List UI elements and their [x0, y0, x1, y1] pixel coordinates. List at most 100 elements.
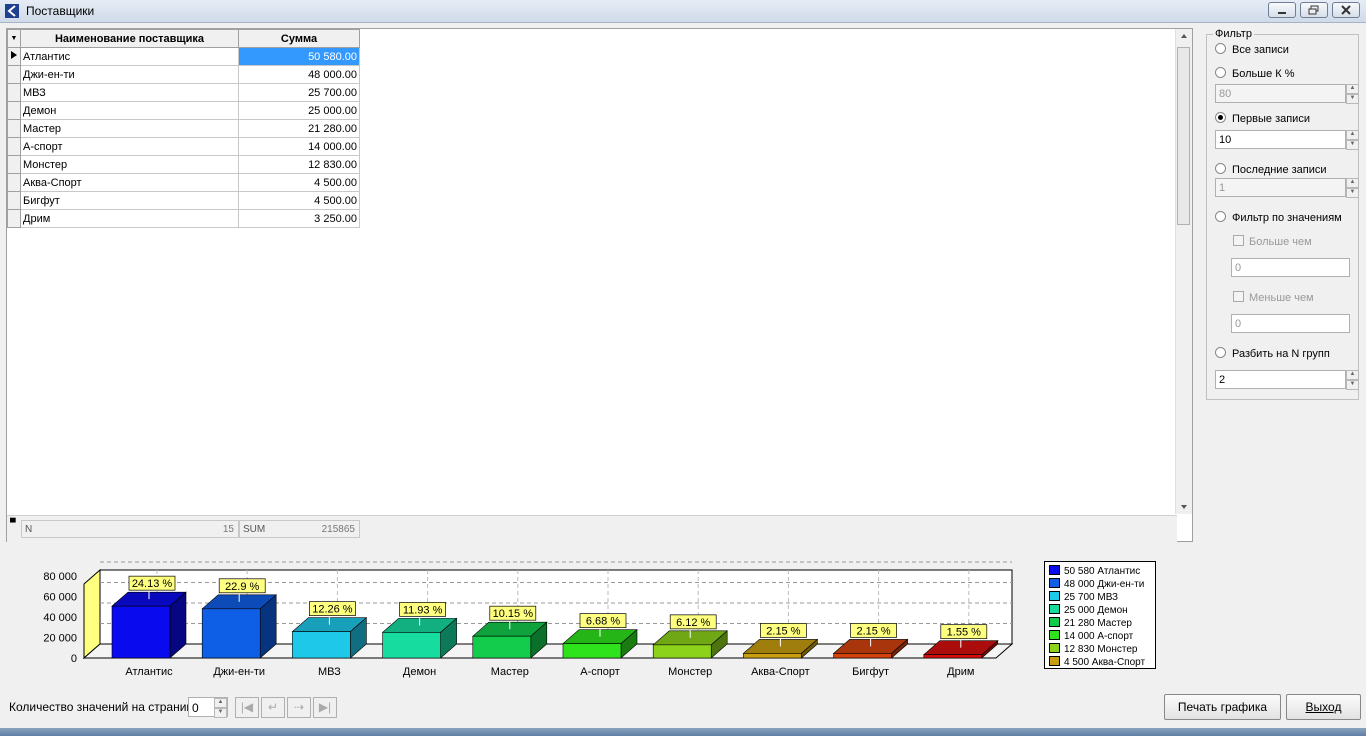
radio-last-records[interactable]: Последние записи [1215, 163, 1327, 176]
cell-sum[interactable]: 25 000.00 [238, 101, 360, 120]
table-row[interactable]: Монстер 12 830.00 [7, 155, 360, 174]
row-indicator[interactable] [7, 137, 21, 156]
table-row[interactable]: МВЗ 25 700.00 [7, 83, 360, 102]
row-indicator[interactable] [7, 65, 21, 84]
radio-last-records-dot[interactable] [1215, 163, 1226, 174]
row-indicator[interactable] [7, 47, 21, 66]
spin-up-icon[interactable]: ▲ [1346, 370, 1359, 380]
radio-first-records-dot[interactable] [1215, 112, 1226, 123]
scrollbar-thumb[interactable] [1177, 47, 1190, 225]
cell-sum[interactable]: 48 000.00 [238, 65, 360, 84]
greater-k-spin[interactable]: 80 ▲ ▼ [1215, 84, 1359, 104]
scroll-down-icon[interactable] [1176, 500, 1192, 514]
cell-supplier-name[interactable]: Дрим [20, 209, 239, 228]
column-header-sum[interactable]: Сумма [238, 29, 360, 48]
column-menu-icon[interactable]: ▼ [7, 29, 21, 48]
radio-split-groups[interactable]: Разбить на N групп [1215, 347, 1330, 360]
table-row[interactable]: Атлантис 50 580.00 [7, 47, 360, 66]
bar [382, 632, 441, 659]
row-indicator[interactable] [7, 173, 21, 192]
row-indicator[interactable] [7, 191, 21, 210]
table-row[interactable]: Демон 25 000.00 [7, 101, 360, 120]
spin-up-icon[interactable]: ▲ [214, 698, 227, 708]
table-row[interactable]: Дрим 3 250.00 [7, 209, 360, 228]
less-than-field[interactable]: 0 [1231, 314, 1350, 333]
cell-supplier-name[interactable]: А-спорт [20, 137, 239, 156]
print-chart-button[interactable]: Печать графика [1164, 694, 1281, 720]
table-row[interactable]: Мастер 21 280.00 [7, 119, 360, 138]
cell-supplier-name[interactable]: Бигфут [20, 191, 239, 210]
cell-sum[interactable]: 3 250.00 [238, 209, 360, 228]
spin-down-icon[interactable]: ▼ [1346, 188, 1359, 198]
spin-down-icon[interactable]: ▼ [214, 708, 227, 718]
restore-button[interactable] [1300, 2, 1328, 18]
cell-supplier-name[interactable]: Аква-Спорт [20, 173, 239, 192]
table-row[interactable]: Аква-Спорт 4 500.00 [7, 173, 360, 192]
radio-split-groups-dot[interactable] [1215, 347, 1226, 358]
cell-supplier-name[interactable]: Джи-ен-ти [20, 65, 239, 84]
page-size-spin[interactable]: 0 ▲ ▼ [188, 697, 228, 718]
row-indicator[interactable] [7, 155, 21, 174]
greater-than-field[interactable]: 0 [1231, 258, 1350, 277]
cell-sum[interactable]: 12 830.00 [238, 155, 360, 174]
spin-down-icon[interactable]: ▼ [1346, 94, 1359, 104]
last-records-spin[interactable]: 1 ▲ ▼ [1215, 178, 1359, 198]
split-groups-spin[interactable]: 2 ▲ ▼ [1215, 370, 1359, 390]
cell-sum[interactable]: 50 580.00 [238, 47, 360, 66]
column-header-supplier[interactable]: Наименование поставщика [20, 29, 239, 48]
cell-sum[interactable]: 14 000.00 [238, 137, 360, 156]
cell-sum[interactable]: 25 700.00 [238, 83, 360, 102]
spin-down-icon[interactable]: ▼ [1346, 140, 1359, 150]
cell-supplier-name[interactable]: МВЗ [20, 83, 239, 102]
cell-sum[interactable]: 4 500.00 [238, 173, 360, 192]
radio-all-records[interactable]: Все записи [1215, 43, 1289, 56]
cell-supplier-name[interactable]: Атлантис [20, 47, 239, 66]
cell-supplier-name[interactable]: Мастер [20, 119, 239, 138]
checkbox-less-than-box[interactable] [1233, 291, 1244, 302]
radio-greater-k[interactable]: Больше К % [1215, 67, 1295, 80]
first-page-button[interactable]: |◀ [235, 697, 259, 718]
close-button[interactable] [1332, 2, 1360, 18]
less-than-value: 0 [1235, 318, 1242, 330]
checkbox-less-than[interactable]: Меньше чем [1233, 291, 1314, 304]
table-row[interactable]: Джи-ен-ти 48 000.00 [7, 65, 360, 84]
prev-page-button[interactable]: ↵ [261, 697, 285, 718]
row-indicator[interactable] [7, 119, 21, 138]
scroll-up-icon[interactable] [1176, 29, 1192, 43]
radio-filter-by-values[interactable]: Фильтр по значениям [1215, 211, 1342, 224]
radio-first-records[interactable]: Первые записи [1215, 112, 1310, 125]
checkbox-greater-than[interactable]: Больше чем [1233, 235, 1312, 248]
last-page-button[interactable]: ▶| [313, 697, 337, 718]
radio-filter-by-values-dot[interactable] [1215, 211, 1226, 222]
minimize-button[interactable] [1268, 2, 1296, 18]
vertical-scrollbar[interactable] [1175, 29, 1192, 514]
cell-sum[interactable]: 4 500.00 [238, 191, 360, 210]
spin-up-icon[interactable]: ▲ [1346, 84, 1359, 94]
spin-down-icon[interactable]: ▼ [1346, 380, 1359, 390]
cell-sum[interactable]: 21 280.00 [238, 119, 360, 138]
cell-supplier-name[interactable]: Демон [20, 101, 239, 120]
first-records-spin[interactable]: 10 ▲ ▼ [1215, 130, 1359, 150]
next-page-button[interactable]: ⇢ [287, 697, 311, 718]
category-label: Атлантис [125, 666, 173, 678]
suppliers-grid[interactable]: ▼ Наименование поставщика Сумма Атлантис… [6, 28, 1193, 542]
radio-all-records-dot[interactable] [1215, 43, 1226, 54]
legend-item: 4 500 Аква-Спорт [1049, 656, 1145, 668]
footer-menu-icon[interactable]: ▀ [10, 518, 16, 527]
spin-up-icon[interactable]: ▲ [1346, 130, 1359, 140]
row-indicator[interactable] [7, 101, 21, 120]
exit-button[interactable]: Выход [1286, 694, 1361, 720]
table-row[interactable]: Бигфут 4 500.00 [7, 191, 360, 210]
row-indicator[interactable] [7, 83, 21, 102]
spin-up-icon[interactable]: ▲ [1346, 178, 1359, 188]
row-indicator[interactable] [7, 209, 21, 228]
minimize-icon [1278, 12, 1286, 14]
table-row[interactable]: А-спорт 14 000.00 [7, 137, 360, 156]
cell-supplier-name[interactable]: Монстер [20, 155, 239, 174]
radio-greater-k-dot[interactable] [1215, 67, 1226, 78]
legend-swatch [1049, 604, 1060, 614]
bar [201, 608, 261, 659]
category-label: Монстер [668, 666, 712, 678]
checkbox-greater-than-box[interactable] [1233, 235, 1244, 246]
category-label: А-спорт [580, 666, 620, 678]
